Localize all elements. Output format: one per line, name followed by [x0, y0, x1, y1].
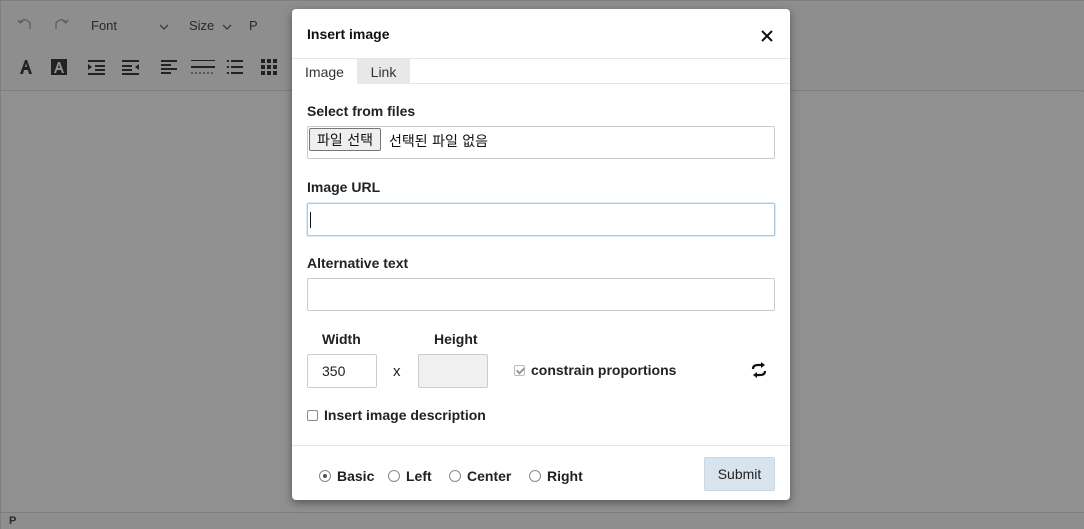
height-input[interactable]	[418, 354, 488, 388]
insert-image-dialog: Insert image Image Link Select from file…	[292, 9, 790, 500]
align-left-label: Left	[406, 468, 432, 484]
width-input[interactable]: 350	[307, 354, 377, 388]
align-option-center[interactable]: Center	[449, 468, 511, 484]
close-icon[interactable]	[760, 29, 778, 47]
choose-file-button[interactable]: 파일 선택	[309, 128, 381, 151]
radio-basic[interactable]	[319, 470, 331, 482]
align-basic-label: Basic	[337, 468, 375, 484]
select-files-label: Select from files	[307, 103, 416, 119]
radio-right[interactable]	[529, 470, 541, 482]
alt-text-input[interactable]	[307, 278, 775, 311]
tab-link[interactable]: Link	[357, 59, 410, 84]
radio-center[interactable]	[449, 470, 461, 482]
align-option-left[interactable]: Left	[388, 468, 432, 484]
height-label: Height	[434, 331, 478, 347]
times-symbol: x	[393, 363, 401, 380]
alt-text-label: Alternative text	[307, 255, 409, 271]
align-center-label: Center	[467, 468, 512, 484]
dialog-tabs: Image Link	[292, 59, 790, 84]
revert-icon[interactable]	[750, 361, 770, 381]
align-right-label: Right	[547, 468, 583, 484]
align-option-basic[interactable]: Basic	[319, 468, 374, 484]
file-input[interactable]: 파일 선택 선택된 파일 없음	[307, 126, 775, 159]
image-description-label: Insert image description	[324, 407, 486, 423]
dialog-footer: Basic Left Center Right Submit	[292, 445, 790, 500]
dialog-title: Insert image	[307, 26, 390, 42]
submit-button[interactable]: Submit	[704, 457, 775, 491]
image-url-input[interactable]	[307, 203, 775, 236]
width-label: Width	[322, 331, 361, 347]
tab-image[interactable]: Image	[292, 59, 357, 84]
radio-left[interactable]	[388, 470, 400, 482]
constrain-proportions-row[interactable]: constrain proportions	[514, 362, 676, 378]
constrain-proportions-label: constrain proportions	[531, 362, 677, 378]
image-description-checkbox[interactable]	[307, 409, 318, 421]
image-url-label: Image URL	[307, 179, 381, 195]
image-description-row[interactable]: Insert image description	[307, 407, 486, 423]
constrain-proportions-checkbox[interactable]	[514, 364, 525, 376]
file-status: 선택된 파일 없음	[389, 134, 489, 150]
text-caret	[310, 212, 311, 228]
align-option-right[interactable]: Right	[529, 468, 583, 484]
dialog-header: Insert image	[292, 9, 790, 59]
